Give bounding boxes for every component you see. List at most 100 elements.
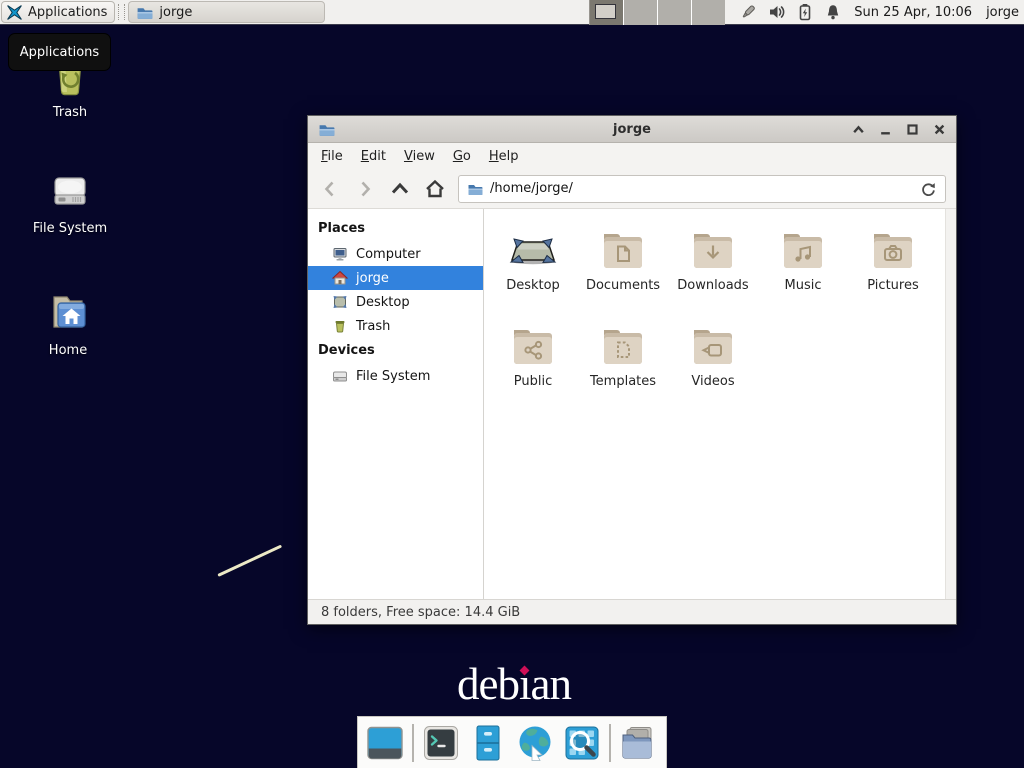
titlebar[interactable]: jorge [308,116,956,143]
trash-icon [332,318,348,334]
sidebar-item-file-system[interactable]: File System [308,364,483,388]
directory-folder-icon [618,723,658,763]
file-item-pictures[interactable]: Pictures [848,225,938,321]
stylus-icon[interactable] [739,3,757,21]
sidebar-item-computer[interactable]: Computer [308,242,483,266]
workspace-2[interactable] [624,0,657,25]
directory-menu-button[interactable] [618,723,658,763]
applications-menu-button[interactable]: Applications [1,1,115,23]
desktop-icon-label: Home [49,343,87,358]
file-item-videos[interactable]: Videos [668,321,758,417]
menu-file[interactable]: File [312,145,352,168]
taskbar-window-label: jorge [159,5,317,20]
pictures-folder-icon [869,225,917,273]
sidebar-header-devices: Devices [308,338,483,364]
back-button[interactable] [318,177,342,201]
file-item-documents[interactable]: Documents [578,225,668,321]
chevron-right-icon [355,179,375,199]
public-folder-icon [509,321,557,369]
file-item-label: Templates [590,374,656,389]
file-item-public[interactable]: Public [488,321,578,417]
file-manager-launcher[interactable] [468,723,508,763]
file-manager-window: jorge File Edit View Go Help [307,115,957,625]
reload-icon[interactable] [919,180,937,198]
menu-go[interactable]: Go [444,145,480,168]
file-item-label: Music [785,278,822,293]
volume-icon[interactable] [768,3,786,21]
file-item-downloads[interactable]: Downloads [668,225,758,321]
sidebar-item-label: Desktop [356,295,410,310]
application-finder-launcher[interactable] [562,723,602,763]
workspace-3[interactable] [658,0,691,25]
desktop-icon [332,294,348,310]
menu-edit[interactable]: Edit [352,145,395,168]
desktop-icon-home[interactable]: Home [20,288,116,358]
taskbar-window-button[interactable]: jorge [128,1,325,23]
show-desktop-button[interactable] [365,723,405,763]
file-item-label: Public [514,374,552,389]
sidebar-item-trash[interactable]: Trash [308,314,483,338]
desktop-icon-file-system[interactable]: File System [22,166,118,236]
file-item-label: Videos [691,374,734,389]
file-item-music[interactable]: Music [758,225,848,321]
terminal-launcher[interactable] [421,723,461,763]
chevron-left-icon [320,179,340,199]
sidebar-item-label: jorge [356,271,389,286]
panel-handle[interactable] [118,4,125,20]
path-bar[interactable]: /home/jorge/ [458,175,946,203]
menu-help[interactable]: Help [480,145,528,168]
debian-wordmark: debıan [457,658,571,710]
dock-separator [609,724,611,762]
sidebar-item-label: Computer [356,247,421,262]
close-button[interactable] [933,123,946,136]
file-cabinet-icon [468,723,508,763]
documents-folder-icon [599,225,647,273]
applications-menu-label: Applications [28,5,107,20]
top-panel: Applications jorge [0,0,1024,25]
workspace-1[interactable] [590,0,623,25]
path-text[interactable]: /home/jorge/ [490,181,912,196]
forward-button[interactable] [353,177,377,201]
file-item-desktop[interactable]: Desktop [488,225,578,321]
maximize-button[interactable] [906,123,919,136]
sidebar-header-places: Places [308,216,483,242]
wordmark-part: an [531,659,571,709]
workspace-switcher[interactable] [589,0,725,25]
desktop-icon-label: Trash [53,105,87,120]
clock[interactable]: Sun 25 Apr, 10:06 [854,5,972,20]
menu-view[interactable]: View [395,145,444,168]
up-button[interactable] [388,177,412,201]
chevron-up-icon [389,179,411,199]
wordmark-part: deb [457,659,519,709]
file-item-templates[interactable]: Templates [578,321,668,417]
sidebar: Places Computer [308,209,484,599]
bottom-dock [357,716,667,768]
file-view[interactable]: Desktop Documents [484,209,956,599]
workspace-4[interactable] [692,0,725,25]
system-tray [739,3,842,21]
minimize-button[interactable] [879,123,892,136]
shade-button[interactable] [852,123,865,136]
statusbar-text: 8 folders, Free space: 14.4 GiB [321,605,520,620]
file-item-label: Pictures [867,278,918,293]
file-item-label: Downloads [677,278,748,293]
desktop-pad-icon [509,225,557,273]
sidebar-item-jorge[interactable]: jorge [308,266,483,290]
workspace-window-thumbnail [595,4,616,19]
globe-browser-icon [515,723,555,763]
home-icon [424,178,446,200]
home-button[interactable] [423,177,447,201]
sidebar-item-label: File System [356,369,430,384]
downloads-folder-icon [689,225,737,273]
battery-icon[interactable] [797,3,813,21]
statusbar: 8 folders, Free space: 14.4 GiB [308,599,956,624]
notifications-bell-icon[interactable] [824,3,842,21]
vertical-scrollbar[interactable] [945,209,956,599]
home-icon [332,270,348,286]
stray-line-artifact [217,545,282,577]
sidebar-item-desktop[interactable]: Desktop [308,290,483,314]
show-desktop-icon [365,723,405,763]
videos-folder-icon [689,321,737,369]
web-browser-launcher[interactable] [515,723,555,763]
panel-username[interactable]: jorge [986,5,1019,20]
